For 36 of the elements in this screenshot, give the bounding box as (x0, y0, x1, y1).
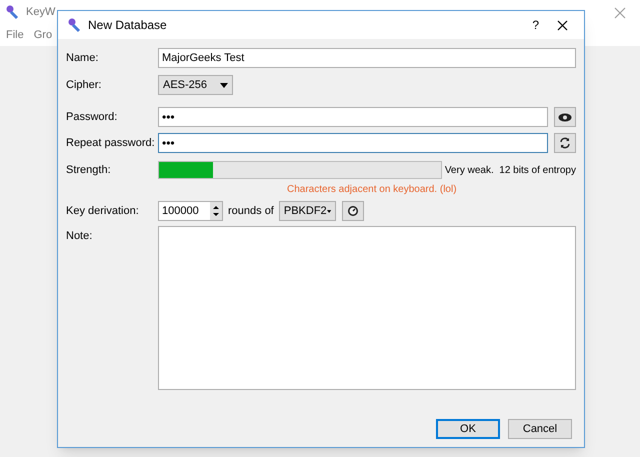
close-icon[interactable] (557, 20, 568, 30)
field-label: Cipher: (66, 78, 102, 93)
keys-icon (66, 17, 82, 33)
field-label: Repeat password: (66, 136, 156, 151)
show-password-button[interactable] (554, 107, 576, 127)
algorithm-dropdown[interactable]: PBKDF2 (278, 201, 336, 221)
password-field[interactable]: ••• (158, 107, 548, 127)
window-title: KeyW (26, 4, 56, 20)
note-field[interactable] (158, 226, 576, 390)
menu-item[interactable]: File (6, 26, 24, 44)
refresh-icon (559, 137, 571, 149)
field-label: Key derivation: (66, 204, 140, 219)
repeat-password-field[interactable]: ••• (158, 133, 548, 153)
generate-button[interactable] (554, 133, 576, 153)
gauge-icon (346, 205, 359, 217)
name-field[interactable]: MajorGeeks Test (158, 48, 576, 68)
spinner-arrows-icon[interactable] (210, 202, 222, 220)
rounds-spinbox[interactable]: 100000 (158, 201, 223, 221)
caret-icon (326, 208, 331, 214)
field-label: Note: (66, 229, 94, 244)
dialog-button[interactable]: OK (436, 419, 500, 439)
field-label: Name: (66, 50, 100, 66)
keys-icon (4, 4, 20, 20)
rounds-of-label: rounds of (228, 204, 274, 219)
field-label: Password: (66, 110, 118, 125)
cipher-dropdown[interactable]: AES-256 (158, 75, 233, 95)
strength-warning: Characters adjacent on keyboard. (lol) (287, 182, 457, 196)
caret-icon (220, 82, 228, 88)
benchmark-button[interactable] (342, 201, 364, 221)
menu-item[interactable]: Gro (34, 26, 52, 44)
eye-icon (558, 112, 572, 122)
field-label: Strength: (66, 162, 112, 178)
dialog-title: New Database (88, 17, 168, 34)
help-button[interactable]: ? (532, 16, 539, 34)
strength-reading: Very weak. 12 bits of entropy (444, 164, 576, 178)
dialog-button[interactable]: Cancel (508, 419, 572, 439)
